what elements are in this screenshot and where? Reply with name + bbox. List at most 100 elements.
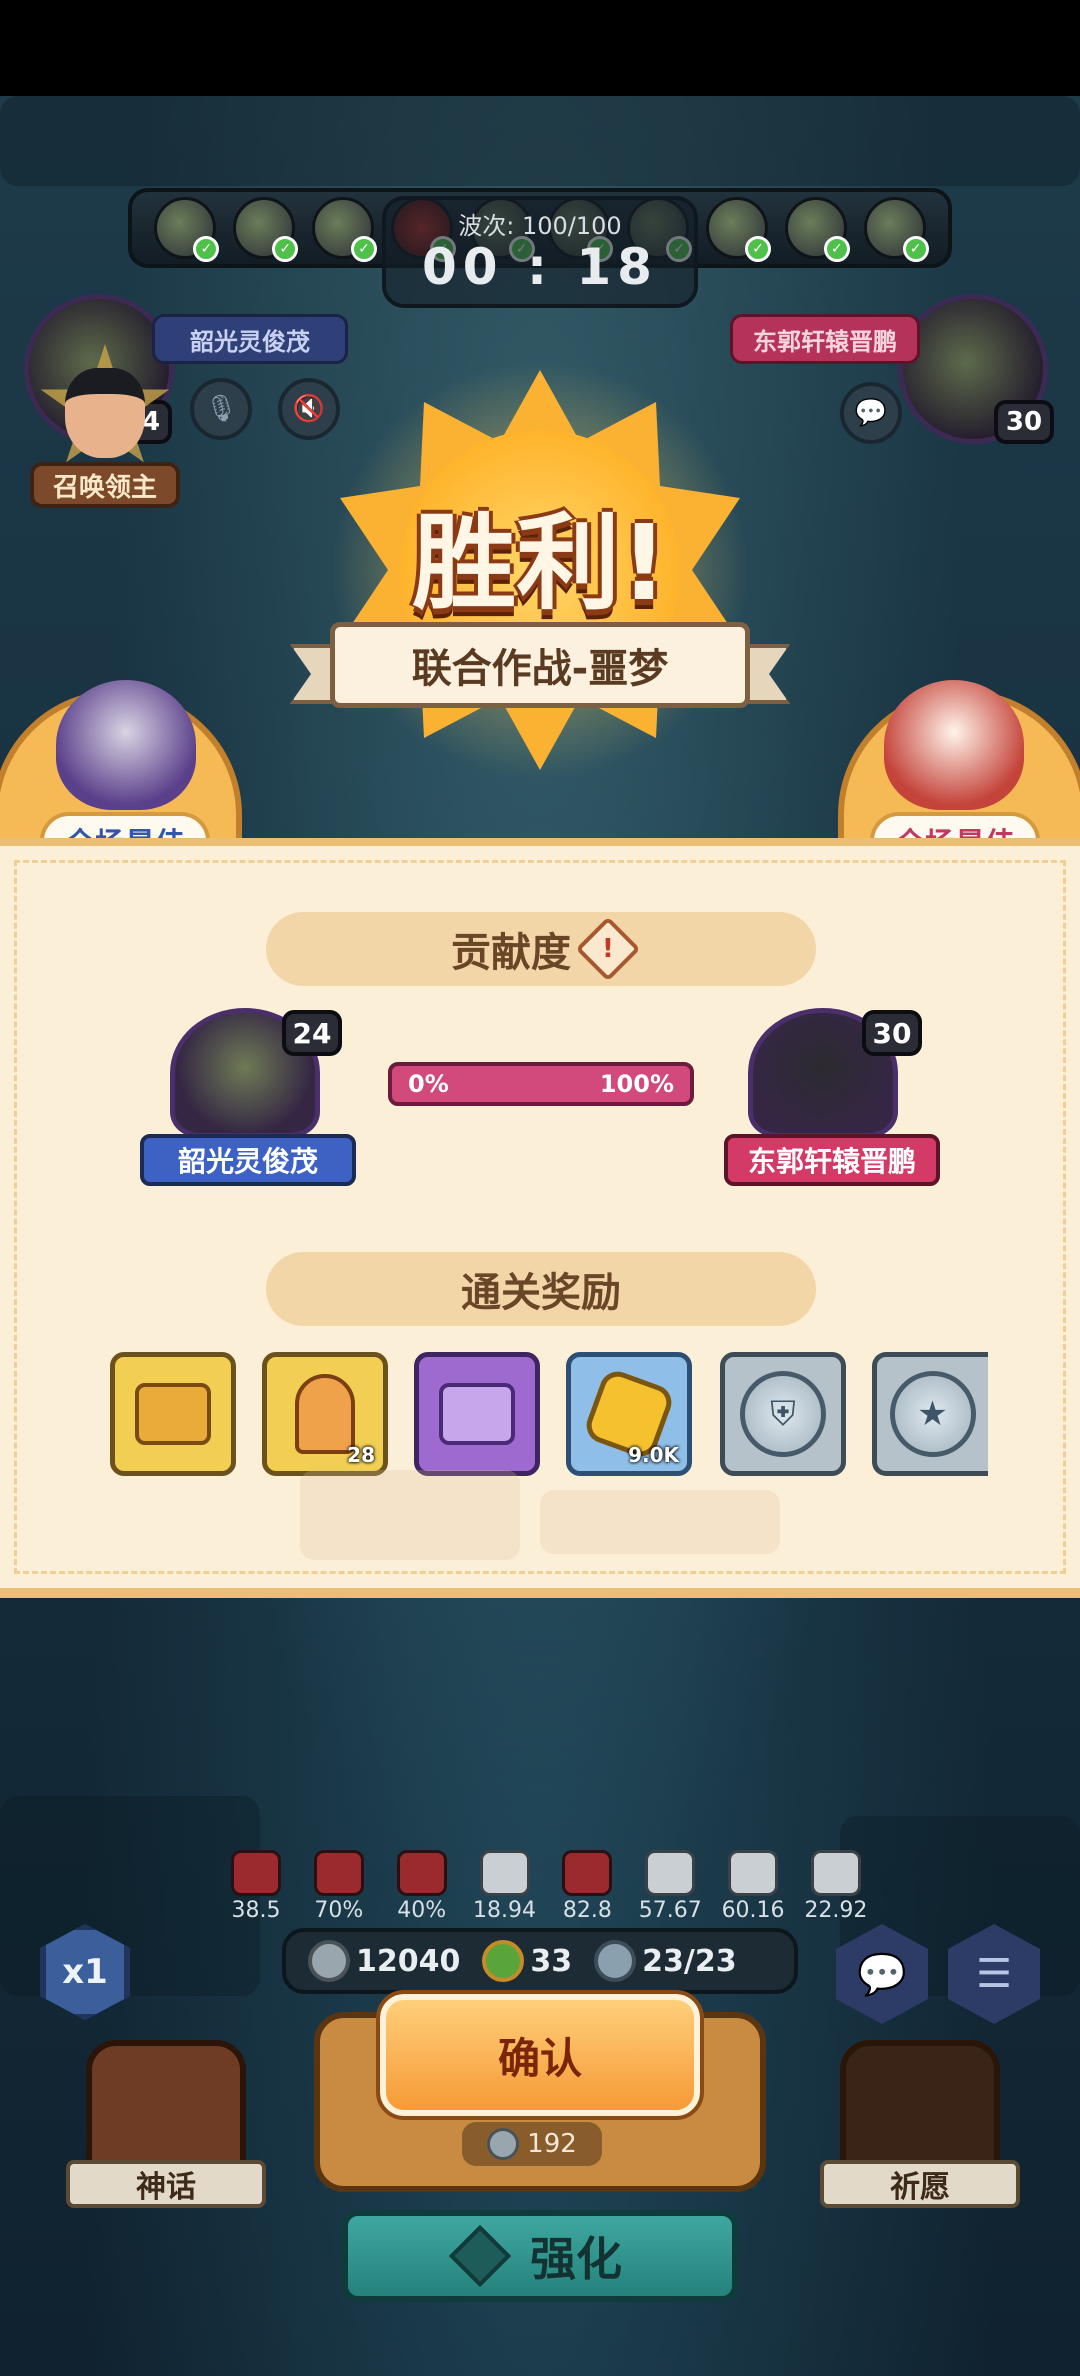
- roster-hero-avatar: ✓: [863, 197, 929, 262]
- wish-label: 祈愿: [820, 2160, 1020, 2208]
- check-icon: ✓: [744, 236, 771, 262]
- right-player-name: 东郭轩辕晋鹏: [730, 314, 920, 364]
- orange-key-icon: [295, 1374, 355, 1454]
- info-icon[interactable]: !: [575, 916, 641, 982]
- clover-resource: 33: [482, 1940, 572, 1982]
- burst-icon: [562, 1850, 613, 1896]
- upgrade-label: 强化: [530, 2232, 622, 2286]
- roster-hero-avatar: ✓: [784, 197, 850, 262]
- skull-icon: [396, 1850, 447, 1896]
- silver-coin-icon: [308, 1940, 350, 1982]
- gold-chest-icon: [135, 1383, 211, 1445]
- mode-name: 联合作战-噩梦: [330, 622, 750, 708]
- clover-coin-icon: [482, 1940, 525, 1982]
- confirm-cost: 192: [462, 2122, 602, 2166]
- mode-ribbon: 联合作战-噩梦: [290, 622, 790, 714]
- rewards-title: 通关奖励: [461, 1270, 621, 1316]
- stat-value: 18.94: [473, 1898, 537, 1923]
- silver-coin-icon: [487, 2128, 520, 2160]
- roster-hero-avatar: ✓: [233, 197, 299, 262]
- speaker-muted-icon[interactable]: 🔇: [278, 378, 340, 440]
- rewards-header: 通关奖励: [266, 1252, 816, 1326]
- unit-count: 23/23: [594, 1940, 737, 1982]
- stat-item: 82.8: [547, 1850, 627, 1934]
- check-icon: ✓: [193, 236, 220, 262]
- stat-item: 40%: [382, 1850, 462, 1934]
- upgrade-button[interactable]: 强化: [342, 2210, 738, 2302]
- stat-item: 18.94: [465, 1850, 545, 1934]
- shield-medal-icon: ⛨: [740, 1371, 826, 1457]
- left-player-name: 韶光灵俊茂: [152, 314, 348, 364]
- reward-item[interactable]: [414, 1352, 540, 1476]
- stat-item: 57.67: [630, 1850, 710, 1934]
- cost-amount: 192: [527, 2129, 577, 2159]
- stat-value: 70%: [314, 1898, 364, 1923]
- purple-chest-icon: [439, 1383, 515, 1445]
- sword-icon: [728, 1850, 779, 1896]
- check-icon: ✓: [902, 236, 929, 262]
- wave-timer-panel: 波次: 100/100 00 : 18: [382, 196, 698, 308]
- left-contributor-name: 韶光灵俊茂: [140, 1134, 356, 1186]
- left-mvp-hero: [56, 680, 196, 810]
- reward-item[interactable]: 9.0K: [566, 1352, 692, 1476]
- confirm-button[interactable]: 确认: [376, 1990, 704, 2120]
- mic-muted-icon[interactable]: 🎙: [190, 378, 252, 440]
- roster-hero-avatar: ✓: [311, 197, 377, 262]
- reward-qty: 28: [347, 1443, 375, 1467]
- stat-item: 22.92: [796, 1850, 876, 1934]
- resource-bar: 12040 33 23/23: [282, 1928, 798, 1994]
- heart-icon: [313, 1850, 364, 1896]
- target-icon: [231, 1850, 281, 1896]
- stat-item: 38.5: [216, 1850, 296, 1934]
- upgrade-icon: [448, 2224, 512, 2288]
- stat-item: 70%: [299, 1850, 379, 1934]
- right-contributor-level: 30: [862, 1010, 922, 1056]
- gear-icon: [810, 1850, 861, 1896]
- stat-value: 57.67: [638, 1898, 702, 1923]
- status-bar: [0, 0, 1080, 96]
- reward-item[interactable]: ⛨: [720, 1352, 846, 1476]
- check-icon: ✓: [823, 236, 850, 262]
- left-contributor-level: 24: [282, 1010, 342, 1056]
- right-contributor-name: 东郭轩辕晋鹏: [724, 1134, 940, 1186]
- silver-resource: 12040: [308, 1940, 460, 1982]
- contribution-min-label: 0%: [408, 1070, 449, 1098]
- right-mvp-hero: [884, 680, 1024, 810]
- contribution-bar: 0% 100%: [388, 1062, 694, 1106]
- summon-lord-button[interactable]: 召唤领主: [30, 344, 180, 514]
- clover-amount: 33: [530, 1943, 573, 1979]
- unit-icon: [594, 1940, 637, 1982]
- reward-item[interactable]: ★: [872, 1352, 988, 1476]
- summon-lord-portrait: [65, 368, 145, 458]
- top-wall: [0, 96, 1080, 186]
- silver-amount: 12040: [356, 1943, 461, 1979]
- reward-qty: 9.0K: [628, 1443, 679, 1467]
- victory-title: 胜利!: [412, 502, 668, 624]
- fist-icon: [645, 1850, 696, 1896]
- stat-value: 60.16: [721, 1898, 785, 1923]
- contribution-title: 贡献度: [451, 930, 571, 976]
- roster-hero-avatar: ✓: [154, 197, 220, 262]
- chat-bubble-icon[interactable]: 💬: [840, 382, 902, 444]
- info-icon-glyph: !: [602, 933, 614, 964]
- check-icon: ✓: [350, 236, 377, 262]
- roster-hero-avatar: ✓: [705, 197, 771, 262]
- contribution-max-label: 100%: [599, 1070, 674, 1098]
- contribution-header: 贡献度 !: [266, 912, 816, 986]
- wave-counter: 波次: 100/100: [458, 212, 622, 240]
- summon-lord-label: 召唤领主: [30, 462, 180, 508]
- star-medal-icon: ★: [889, 1371, 976, 1457]
- reward-item[interactable]: 28: [262, 1352, 388, 1476]
- stat-item: 60.16: [713, 1850, 793, 1934]
- unit-amount: 23/23: [642, 1943, 737, 1979]
- reward-item[interactable]: [110, 1352, 236, 1476]
- team-stats-row: 38.5 70% 40% 18.94 82.8 57.67 60.16 22.9…: [216, 1850, 876, 1934]
- decor-figures: [540, 1490, 780, 1554]
- stat-value: 22.92: [804, 1898, 868, 1923]
- check-icon: ✓: [272, 236, 299, 262]
- stat-value: 40%: [397, 1898, 447, 1923]
- broken-heart-icon: [479, 1850, 530, 1896]
- stat-value: 38.5: [231, 1898, 281, 1923]
- right-player-level: 30: [994, 400, 1054, 444]
- myth-label: 神话: [66, 2160, 266, 2208]
